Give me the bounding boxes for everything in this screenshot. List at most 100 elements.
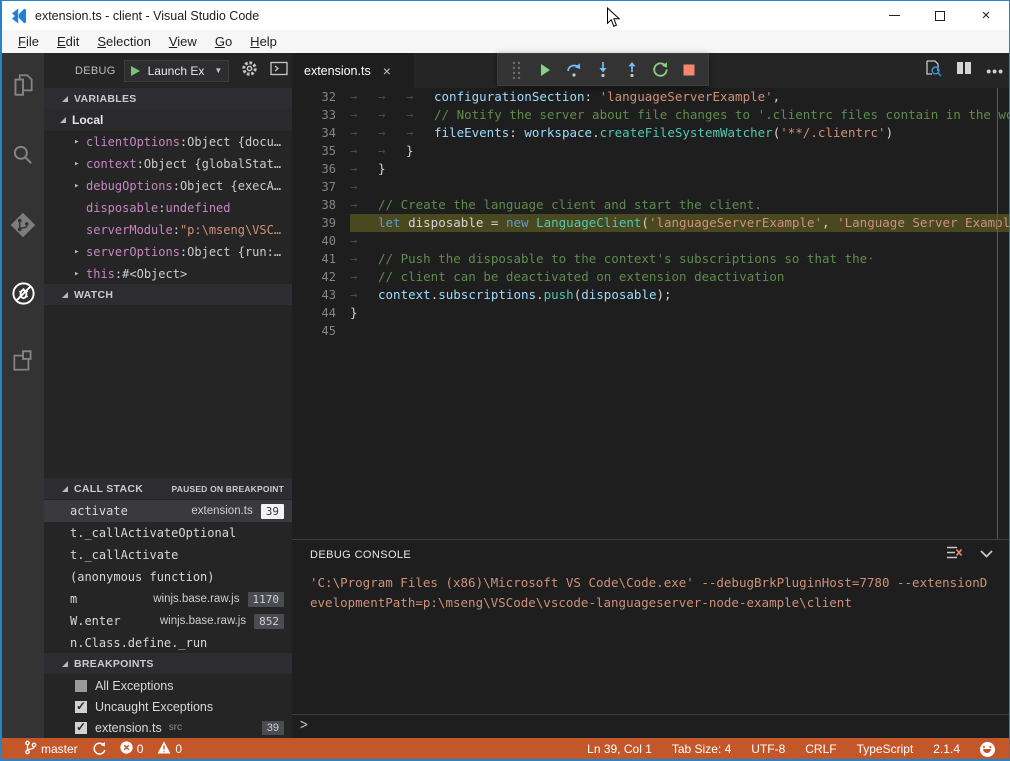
code-line-44[interactable]: 44} [292,304,1010,322]
line-number[interactable]: 45 [292,322,350,340]
line-number[interactable]: 40 [292,232,350,250]
breakpoint-row[interactable]: All Exceptions [44,675,292,696]
code-line-43[interactable]: 43→context.subscriptions.push(disposable… [292,286,1010,304]
stop-icon[interactable] [677,58,701,82]
line-number[interactable]: 39 [292,214,350,232]
code-line-39[interactable]: 39→let disposable = new LanguageClient('… [292,214,1010,232]
code-line-40[interactable]: 40→ [292,232,1010,250]
menu-edit[interactable]: Edit [48,32,88,51]
close-button[interactable]: × [963,1,1009,30]
line-number[interactable]: 38 [292,196,350,214]
code-line-32[interactable]: 32→→→configurationSection: 'languageServ… [292,88,1010,106]
variable-row[interactable]: ▸clientOptions: Object {docu… [44,131,292,153]
status-item[interactable]: Ln 39, Col 1 [587,742,652,756]
more-actions-icon[interactable]: ••• [986,63,1004,79]
call-stack-section-header[interactable]: CALL STACK PAUSED ON BREAKPOINT [44,478,292,499]
line-number[interactable]: 41 [292,250,350,268]
status-item[interactable]: 2.1.4 [933,742,960,756]
status-item[interactable]: UTF-8 [751,742,785,756]
stack-frame-row[interactable]: (anonymous function) [44,566,292,588]
step-over-icon[interactable] [562,58,586,82]
stack-frame-row[interactable]: activateextension.ts39 [44,500,292,522]
variable-row[interactable]: ▸serverOptions: Object {run:… [44,241,292,263]
code-line-37[interactable]: 37→ [292,178,1010,196]
launch-config-dropdown[interactable]: Launch Ex [148,64,205,78]
split-editor-icon[interactable] [956,60,972,81]
line-number[interactable]: 36 [292,160,350,178]
maximize-button[interactable] [917,1,963,30]
line-number[interactable]: 34 [292,124,350,142]
code-line-35[interactable]: 35→→} [292,142,1010,160]
scope-local[interactable]: Local [44,109,292,131]
code-line-36[interactable]: 36→} [292,160,1010,178]
breakpoint-checkbox[interactable] [75,701,87,713]
breakpoint-row[interactable]: Uncaught Exceptions [44,696,292,717]
breakpoint-row[interactable]: extension.tssrc39 [44,717,292,738]
code-line-34[interactable]: 34→→→fileEvents: workspace.createFileSys… [292,124,1010,142]
menu-file[interactable]: File [9,32,48,51]
variable-row[interactable]: serverModule: "p:\mseng\VSC… [44,219,292,241]
editor-scrollbar[interactable] [997,88,998,539]
variable-row[interactable]: disposable: undefined [44,197,292,219]
continue-icon[interactable] [533,58,557,82]
line-number[interactable]: 32 [292,88,350,106]
configure-gear-icon[interactable] [241,60,258,82]
status-git-branch[interactable]: master [24,740,78,758]
line-number[interactable]: 43 [292,286,350,304]
status-item[interactable]: TypeScript [857,742,914,756]
restart-icon[interactable] [649,58,673,82]
step-into-icon[interactable] [591,58,615,82]
stack-frame-row[interactable]: mwinjs.base.raw.js1170 [44,588,292,610]
extensions-icon[interactable] [2,337,44,385]
status-item[interactable]: CRLF [805,742,836,756]
debug-icon[interactable] [2,269,44,317]
toolbar-drag-grip[interactable] [504,58,528,82]
watch-section-header[interactable]: WATCH [44,284,292,305]
status-warnings[interactable]: 0 [157,741,182,757]
clear-console-icon[interactable] [946,545,963,565]
search-icon[interactable] [2,131,44,179]
variable-row[interactable]: ▸context: Object {globalStat… [44,153,292,175]
breakpoints-section-header[interactable]: BREAKPOINTS [44,653,292,674]
minimize-button[interactable] [871,1,917,30]
status-item[interactable]: Tab Size: 4 [672,742,731,756]
debug-console-input[interactable]: > [292,714,1010,736]
menu-go[interactable]: Go [206,32,241,51]
explorer-icon[interactable] [2,61,44,109]
line-number[interactable]: 44 [292,304,350,322]
open-preview-icon[interactable] [924,59,942,82]
line-number[interactable]: 35 [292,142,350,160]
tab-close-icon[interactable]: × [383,63,391,79]
variable-row[interactable]: ▸debugOptions: Object {execA… [44,175,292,197]
line-number[interactable]: 33 [292,106,350,124]
line-number[interactable]: 42 [292,268,350,286]
open-debug-console-icon[interactable] [270,61,288,81]
stack-frame-row[interactable]: t._callActivate [44,544,292,566]
variable-row[interactable]: ▸this: #<Object> [44,263,292,285]
code-line-45[interactable]: 45 [292,322,1010,340]
panel-chevron-down-icon[interactable] [979,546,994,564]
feedback-smiley[interactable] [980,742,995,757]
breakpoint-checkbox[interactable] [75,722,87,734]
code-line-42[interactable]: 42→// client can be deactivated on exten… [292,268,1010,286]
step-out-icon[interactable] [620,58,644,82]
source-control-icon[interactable] [2,201,44,249]
variables-section-header[interactable]: VARIABLES [44,88,292,109]
menu-selection[interactable]: Selection [88,32,159,51]
status-errors[interactable]: 0 [120,741,144,757]
tab-extension-ts[interactable]: extension.ts × [292,53,414,88]
code-line-38[interactable]: 38→// Create the language client and sta… [292,196,1010,214]
breakpoint-checkbox[interactable] [75,680,87,692]
chevron-down-icon[interactable]: ▼ [214,66,222,75]
menu-help[interactable]: Help [241,32,286,51]
menu-view[interactable]: View [160,32,206,51]
code-line-41[interactable]: 41→// Push the disposable to the context… [292,250,1010,268]
stack-frame-row[interactable]: n.Class.define._run [44,632,292,654]
stack-frame-row[interactable]: t._callActivateOptional [44,522,292,544]
code-editor[interactable]: 32→→→configurationSection: 'languageServ… [292,88,1010,539]
start-debug-icon[interactable] [131,66,140,76]
stack-frame-row[interactable]: W.enterwinjs.base.raw.js852 [44,610,292,632]
status-sync[interactable] [92,741,106,758]
code-line-33[interactable]: 33→→→// Notify the server about file cha… [292,106,1010,124]
line-number[interactable]: 37 [292,178,350,196]
